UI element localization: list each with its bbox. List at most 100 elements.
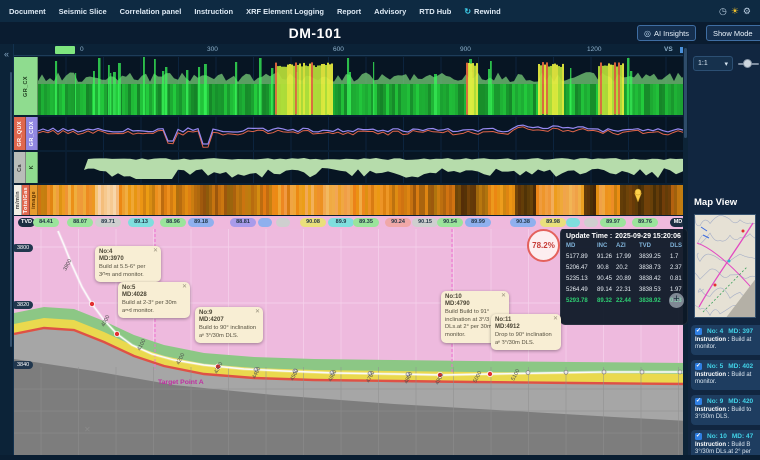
tvd-value-pill: 89.35 (353, 218, 379, 227)
map-view-thumbnail[interactable] (694, 214, 756, 318)
balloon-md: MD:4790 (445, 301, 505, 308)
track-image-plot[interactable] (38, 185, 688, 215)
log-track-image: m/minTotalGasimage (14, 185, 688, 215)
map-view-title: Map View (694, 197, 737, 208)
track-gr-qux-cdx-plot[interactable] (38, 117, 688, 150)
track-chip-k[interactable]: K (26, 152, 38, 183)
log-track-gamma: GR_CX (14, 57, 688, 115)
clock-icon[interactable]: ◷ (719, 6, 727, 17)
instruction-card-no-4[interactable]: ✓No: 4MD: 397Instruction : Build atmonit… (691, 325, 760, 355)
track-ca-k-plot[interactable] (38, 152, 688, 183)
track-gr-cx-plot[interactable] (38, 57, 688, 115)
survey-cell: 20.89 (616, 273, 639, 284)
ai-insights-button[interactable]: ◎ AI Insights (637, 25, 696, 41)
survey-cell: 91.26 (597, 251, 616, 262)
left-scrollbar[interactable] (10, 72, 12, 347)
log-track-gr-curves: GR_QUXGR_CDX (14, 117, 688, 150)
track-chip-totalgas[interactable]: TotalGas (22, 185, 30, 215)
ruler-unit-label: VS (664, 46, 673, 53)
card-checkbox[interactable]: ✓ (695, 398, 702, 405)
left-rail: « (0, 44, 14, 455)
tvd-value-pill: 89.9 (328, 218, 354, 227)
survey-cell: 5206.47 (566, 262, 597, 273)
menu-item-rewind[interactable]: ↻Rewind (464, 7, 500, 16)
instruction-card-no-5[interactable]: ✓No: 5MD: 402Instruction : Build atmonit… (691, 360, 760, 390)
theme-sun-icon[interactable]: ☀ (731, 6, 739, 17)
log-track-ca-k: CaK (14, 152, 688, 183)
track-chip-gr-cx[interactable]: GR_CX (14, 57, 38, 115)
instruction-card-no-9[interactable]: ✓No: 9MD: 420Instruction : Build to3°/30… (691, 395, 760, 425)
menu-item-document[interactable]: Document (9, 7, 46, 16)
tvd-value-pill: 90.15 (412, 218, 438, 227)
track-chip-gr-qux[interactable]: GR_QUX (14, 117, 26, 150)
menu-item-instruction[interactable]: Instruction (194, 7, 233, 16)
balloon-md: MD:4207 (199, 317, 259, 324)
cross-section: 3900400041004200430044004500460047004800… (14, 229, 688, 455)
ruler-range-marker[interactable] (55, 46, 75, 54)
card-md: MD: 402 (728, 363, 753, 370)
balloon-close-icon[interactable]: ✕ (182, 284, 187, 292)
svg-text:Target Point A: Target Point A (158, 379, 204, 386)
tvd-value-pill: 89.71 (95, 218, 121, 227)
card-checkbox[interactable]: ✓ (695, 363, 702, 370)
balloon-text: Build at 5.5-6° per 30m and monitor. (99, 264, 157, 279)
tvd-value-pill: 89.18 (188, 218, 214, 227)
card-checkbox[interactable]: ✓ (695, 328, 702, 335)
survey-cell: 22.44 (616, 296, 639, 307)
survey-col-header: DLS (670, 241, 684, 251)
card-md: MD: 420 (728, 398, 753, 405)
survey-cell: 0.81 (670, 273, 684, 284)
survey-cell: 5293.78 (566, 296, 597, 307)
menu-item-correlation-panel[interactable]: Correlation panel (120, 7, 182, 16)
balloon-close-icon[interactable]: ✕ (255, 309, 260, 317)
menu-item-xrf-element-logging[interactable]: XRF Element Logging (246, 7, 324, 16)
balloon-close-icon[interactable]: ✕ (501, 293, 506, 301)
zoom-plus-button[interactable]: + (669, 293, 684, 308)
card-no: No: 10 (707, 433, 727, 440)
balloon-md: MD:4028 (122, 292, 186, 299)
ai-icon: ◎ (644, 29, 651, 38)
balloon-close-icon[interactable]: ✕ (153, 248, 158, 256)
tvd-blank-pill (258, 218, 272, 227)
survey-cell: 3839.25 (639, 251, 670, 262)
show-mode-button[interactable]: Show Mode (706, 25, 760, 41)
track-label-column: CaK (14, 152, 38, 183)
balloon-md: MD:4912 (495, 324, 557, 331)
card-instruction-line2: monitor. (695, 344, 760, 350)
instruction-balloon-no-4: No:4MD:3970Build at 5.5-6° per 30m and m… (95, 246, 161, 282)
collapse-panel-icon[interactable]: « (0, 49, 13, 59)
survey-update-panel: Update Time : 2025-09-29 15:20:06 MDINCA… (560, 229, 688, 325)
survey-cell: 5235.13 (566, 273, 597, 284)
tvd-value-pill: 88.81 (230, 218, 256, 227)
track-chip-ca[interactable]: Ca (14, 152, 26, 183)
menu-item-rtd-hub[interactable]: RTD Hub (419, 7, 451, 16)
track-chip-image[interactable]: image (30, 185, 38, 215)
survey-cell: 90.8 (597, 262, 616, 273)
balloon-close-icon[interactable]: ✕ (553, 316, 558, 324)
tvd-value-pill: 84.41 (33, 218, 59, 227)
scale-select[interactable]: 1:1 ▾ (693, 56, 733, 71)
tvd-value-pill: 90.08 (300, 218, 326, 227)
survey-cell: 90.45 (597, 273, 616, 284)
track-label-column: GR_CX (14, 57, 38, 115)
survey-cell: 1.7 (670, 251, 684, 262)
card-instruction-line: Instruction : Build at (695, 372, 760, 378)
survey-col-header: INC (597, 241, 616, 251)
tvd-blank-pill (566, 218, 580, 227)
survey-cell: 22.31 (616, 285, 639, 296)
track-chip-gr-cdx[interactable]: GR_CDX (26, 117, 38, 150)
zoom-slider-knob[interactable] (743, 59, 752, 68)
tvd-value-pill: 90.38 (510, 218, 536, 227)
tvd-value-pill: 89.13 (128, 218, 154, 227)
section-close-icon[interactable]: ✕ (84, 425, 91, 434)
menu-item-advisory[interactable]: Advisory (374, 7, 406, 16)
vs-ruler: VS 03006009001200 (14, 44, 688, 56)
settings-icon[interactable]: ⚙ (743, 6, 751, 17)
balloon-text: Build to 90° inclination at 3°/30m DLS. (199, 325, 259, 340)
track-chip-m-min[interactable]: m/min (14, 185, 22, 215)
menu-item-report[interactable]: Report (337, 7, 361, 16)
card-checkbox[interactable]: ✓ (695, 433, 702, 440)
menu-item-seismic-slice[interactable]: Seismic Slice (59, 7, 107, 16)
ruler-tick-label: 300 (207, 46, 218, 53)
scrollbar-thumb[interactable] (684, 48, 687, 138)
